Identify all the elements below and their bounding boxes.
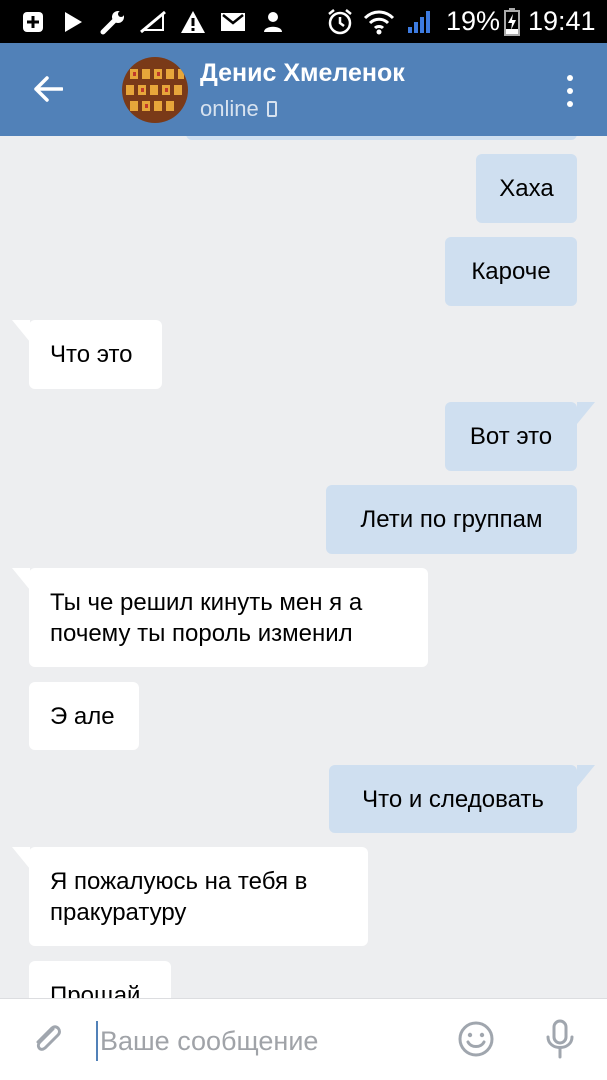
- message-text: Хаха: [499, 175, 554, 202]
- dot-icon: [567, 101, 573, 107]
- battery-percent: 19%: [446, 6, 501, 36]
- message-text: Э але: [50, 702, 115, 730]
- message-bubble-outgoing[interactable]: Хаха: [476, 154, 577, 223]
- message-bubble-incoming[interactable]: Э але: [29, 682, 139, 750]
- arrow-left-icon: [34, 76, 63, 102]
- bubble-tail: [577, 765, 595, 787]
- presence-status: online: [200, 96, 277, 122]
- message-bubble-incoming[interactable]: Я пожалуюсь на тебя в пракуратуру: [29, 847, 368, 946]
- avatar[interactable]: [122, 57, 188, 123]
- message-bubble-incoming[interactable]: Ты че решил кинуть мен я а почему ты пор…: [29, 568, 428, 667]
- emoji-button[interactable]: [456, 1019, 496, 1059]
- warning-icon: [178, 0, 208, 43]
- clock: 19:41: [528, 6, 596, 36]
- battery-charging-icon: [500, 0, 524, 43]
- message-text: Вот это: [469, 423, 553, 450]
- dot-icon: [567, 75, 573, 81]
- play-icon: [58, 0, 88, 43]
- more-options-button[interactable]: [556, 71, 584, 111]
- message-text: Прощай: [50, 981, 141, 999]
- contact-name[interactable]: Денис Хмеленок: [200, 59, 405, 88]
- message-text: Кароче: [471, 258, 551, 285]
- message-bubble-outgoing[interactable]: Лети по группам: [326, 485, 577, 554]
- message-composer-bar: [0, 998, 607, 1080]
- alarm-icon: [324, 0, 356, 43]
- no-signal-icon: [138, 0, 168, 43]
- message-bubble-incoming[interactable]: Что это: [29, 320, 162, 389]
- message-input[interactable]: [96, 1021, 436, 1061]
- mobile-device-icon: [266, 101, 277, 117]
- attach-button[interactable]: [28, 1019, 68, 1059]
- back-button[interactable]: [26, 67, 70, 111]
- message-bubble-outgoing[interactable]: Что и следовать: [329, 765, 577, 833]
- cellular-signal-icon: [404, 0, 434, 43]
- message-bubble-outgoing[interactable]: Вот это: [445, 402, 577, 471]
- mail-icon: [218, 0, 248, 43]
- bubble-tail: [12, 847, 30, 869]
- wrench-icon: [98, 0, 128, 43]
- message-text-line: почему ты пороль изменил: [50, 619, 353, 647]
- bubble-tail: [12, 320, 30, 342]
- message-bubble-incoming[interactable]: Прощай: [29, 961, 171, 998]
- add-notification-icon: [18, 0, 48, 43]
- message-text-line: Ты че решил кинуть мен я а: [50, 588, 363, 616]
- message-bubble-partial[interactable]: [186, 136, 577, 140]
- bubble-tail: [577, 402, 595, 424]
- person-icon: [258, 0, 288, 43]
- dot-icon: [567, 88, 573, 94]
- message-text: Лети по группам: [360, 506, 543, 533]
- message-text: Что это: [50, 341, 133, 368]
- presence-label: online: [200, 96, 259, 121]
- message-text-line: пракуратуру: [50, 898, 187, 926]
- status-bar: 19% 19:41: [0, 0, 607, 43]
- wifi-icon: [362, 0, 396, 43]
- bubble-tail: [12, 568, 30, 590]
- message-text: Что и следовать: [362, 785, 544, 813]
- smiley-icon: [458, 1021, 494, 1057]
- microphone-icon: [546, 1019, 574, 1059]
- voice-message-button[interactable]: [540, 1019, 580, 1059]
- message-text-line: Я пожалуюсь на тебя в: [50, 867, 308, 895]
- message-list[interactable]: Хаха Кароче Что это Вот это Лети по груп…: [0, 136, 607, 998]
- message-bubble-outgoing[interactable]: Кароче: [445, 237, 577, 306]
- paperclip-icon: [36, 1025, 61, 1051]
- chat-header: Денис Хмеленок online: [0, 43, 607, 136]
